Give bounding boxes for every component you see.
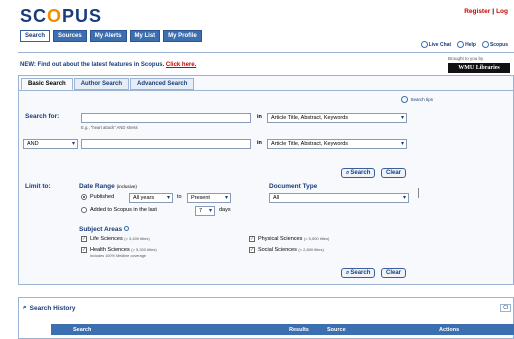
text-cursor: [418, 188, 419, 198]
institution-logo[interactable]: WMU Libraries: [448, 63, 510, 73]
tab-basic-search[interactable]: Basic Search: [21, 78, 73, 90]
field-select-1[interactable]: Article Title, Abstract, Keywords: [267, 113, 407, 123]
physical-sciences-checkbox[interactable]: ✓: [249, 236, 255, 242]
tab-my-list[interactable]: My List: [129, 30, 161, 42]
scopus-logo[interactable]: SCOPUS: [20, 6, 102, 27]
life-sciences-label: Life Sciences (> 3,400 titles): [90, 236, 150, 242]
col-search: Search: [73, 326, 92, 333]
life-sciences-checkbox[interactable]: ✓: [81, 236, 87, 242]
header-divider: [18, 52, 514, 53]
help-bar: Live Chat Help Scopus: [420, 41, 508, 48]
search-example: E.g., "heart attack" AND stress: [81, 125, 138, 130]
published-label: Published: [90, 194, 115, 200]
login-link[interactable]: Log: [496, 8, 508, 15]
document-type-select[interactable]: All: [269, 193, 409, 203]
account-links: Register | Log: [464, 8, 508, 15]
col-results: Results: [289, 326, 309, 333]
tabs-divider: [19, 90, 513, 91]
register-link[interactable]: Register: [464, 8, 490, 15]
chat-icon: [420, 41, 428, 48]
news-line: NEW: Find out about the latest features …: [20, 62, 197, 68]
in-label-1: in: [257, 114, 262, 120]
days-label: days: [219, 207, 231, 213]
added-label: Added to Scopus in the last: [90, 207, 157, 213]
social-sciences-label: Social Sciences (> 2,800 titles): [258, 247, 324, 253]
tab-sources[interactable]: Sources: [53, 30, 87, 42]
col-actions: Actions: [439, 326, 460, 333]
tab-my-alerts[interactable]: My Alerts: [89, 30, 127, 42]
health-sciences-label: Health Sciences (> 5,300 titles): [90, 247, 157, 253]
tab-author-search[interactable]: Author Search: [73, 78, 130, 90]
search-button-bottom[interactable]: ⌕ Search: [341, 268, 376, 278]
date-range-label: Date Range (inclusive): [79, 183, 137, 190]
physical-sciences-label: Physical Sciences (> 5,500 titles): [258, 236, 330, 242]
medline-note: Includes 100% Medline coverage: [90, 254, 146, 258]
search-for-label: Search for:: [25, 113, 60, 120]
document-type-label: Document Type: [269, 183, 318, 190]
tips-icon: [401, 96, 409, 103]
main-nav: Search Sources My Alerts My List My Prof…: [20, 30, 202, 42]
tab-advanced-search[interactable]: Advanced Search: [130, 78, 195, 90]
tab-search[interactable]: Search: [20, 30, 51, 42]
clear-button-bottom[interactable]: Clear: [381, 268, 407, 278]
search-tabs: Basic Search Author Search Advanced Sear…: [21, 78, 195, 90]
limit-to-label: Limit to:: [25, 183, 51, 190]
search-input-1[interactable]: [81, 113, 251, 123]
tab-my-profile[interactable]: My Profile: [163, 30, 202, 42]
health-sciences-checkbox[interactable]: ✓: [81, 247, 87, 253]
to-label: to: [177, 194, 182, 200]
search-input-2[interactable]: [81, 139, 251, 149]
search-button-top[interactable]: ⌕ Search: [341, 168, 376, 178]
info-icon[interactable]: [123, 226, 129, 231]
search-icon: ⌕: [346, 270, 350, 276]
history-table-header: Search Results Source Actions: [51, 324, 514, 335]
institution-name: WMU Libraries: [458, 65, 500, 71]
operator-select[interactable]: AND: [23, 139, 78, 149]
search-icon: ⌕: [346, 170, 350, 176]
search-tips-link[interactable]: Search tips: [401, 96, 433, 103]
scopus-link[interactable]: Scopus: [481, 41, 508, 48]
help-icon: [457, 41, 465, 48]
subject-areas-label: Subject Areas: [79, 226, 129, 233]
brought-by-text: Brought to you by: [448, 56, 484, 61]
history-clear-button[interactable]: Cl: [500, 304, 511, 312]
live-chat-link[interactable]: Live Chat: [420, 41, 451, 48]
search-history-title: ⌕ Search History: [23, 304, 76, 312]
in-label-2: in: [257, 140, 262, 146]
from-year-select[interactable]: All years: [129, 193, 173, 203]
clear-button-top[interactable]: Clear: [381, 168, 407, 178]
field-select-2[interactable]: Article Title, Abstract, Keywords: [267, 139, 407, 149]
to-year-select[interactable]: Present: [187, 193, 231, 203]
days-select[interactable]: 7: [195, 206, 215, 216]
published-radio[interactable]: [81, 194, 87, 200]
search-history-panel: ⌕ Search History Cl Search Results Source…: [18, 297, 514, 339]
social-sciences-checkbox[interactable]: ✓: [249, 247, 255, 253]
scopus-icon: [481, 41, 489, 48]
help-link[interactable]: Help: [457, 41, 476, 48]
col-source: Source: [327, 326, 346, 333]
search-panel: Basic Search Author Search Advanced Sear…: [18, 75, 514, 285]
news-link[interactable]: Click here.: [166, 62, 196, 68]
history-icon: ⌕: [23, 304, 27, 311]
added-radio[interactable]: [81, 207, 87, 213]
